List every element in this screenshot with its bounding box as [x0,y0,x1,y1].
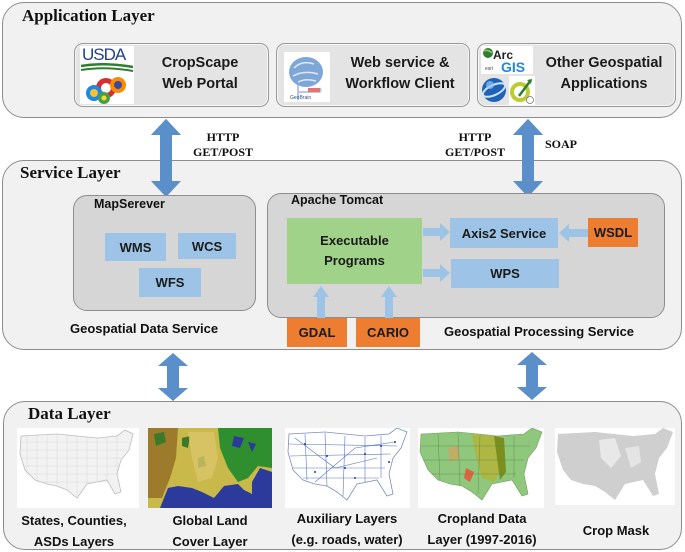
arrow-right-icon [423,223,450,241]
right-bottom-double-arrow [517,352,547,400]
crop-mask-caption: Crop Mask [582,523,650,538]
soap-label: SOAP [544,137,577,151]
other-geospatial-label: Other Geospatial Applications [545,55,663,92]
cario-box[interactable]: CARIO [356,318,420,347]
google-earth-logo [481,76,508,104]
wcs-box[interactable]: WCS [178,233,236,259]
arrow-up-icon [313,286,329,320]
arrow-up-icon [381,286,397,320]
svg-text:GeoBrain: GeoBrain [290,95,311,101]
exec-to-axis2-arrow [423,223,450,241]
cropland-data-caption: Cropland Data Layer (1997-2016) [427,511,537,547]
global-land-cover-caption: Global Land Cover Layer [172,513,248,549]
geospatial-processing-service-caption: Geospatial Processing Service [444,324,635,339]
wfs-box[interactable]: WFS [139,268,201,297]
wps-box[interactable]: WPS [451,259,559,288]
double-arrow-icon [517,352,547,400]
crop-mask-map [555,428,675,505]
cropland-data-map [418,428,544,508]
arrow-left-icon [559,224,588,242]
cario-to-exec-arrow [381,286,397,320]
svg-text:esri: esri [485,66,493,72]
svg-text:GIS: GIS [501,59,525,74]
states-counties-caption: States, Counties, ASDs Layers [21,513,127,549]
gdal-box[interactable]: GDAL [287,318,347,347]
arcgis-logo: Arc esri GIS [481,46,533,74]
browser-icons [80,63,134,104]
axis2-service-box[interactable]: Axis2 Service [450,218,558,248]
geospatial-data-service-caption: Geospatial Data Service [70,321,219,336]
usda-text: USDA [82,45,126,64]
workflow-client-label: Web service & Workflow Client [345,55,455,92]
exec-to-wps-arrow [423,264,450,282]
qgis-logo [509,76,535,105]
mapserver-title: MapSerever [94,197,165,211]
wms-box[interactable]: WMS [105,233,166,261]
tomcat-title: Apache Tomcat [291,193,384,207]
right-protocol-label: HTTP GET/POST [444,130,506,159]
double-arrow-icon [158,353,188,401]
auxiliary-layers-caption: Auxiliary Layers (e.g. roads, water) [291,511,403,547]
wsdl-to-axis2-arrow [559,224,588,242]
left-protocol-label: HTTP GET/POST [192,130,254,159]
arrow-right-icon [423,264,450,282]
states-counties-map [17,428,139,508]
usda-browsers-logo: USDA [80,46,134,104]
gdal-to-exec-arrow [313,286,329,320]
service-layer-title: Service Layer [20,163,121,182]
auxiliary-roads-map [285,428,410,508]
cropscape-label: CropScape Web Portal [161,55,239,92]
data-layer-title: Data Layer [28,404,111,423]
global-land-cover-map [148,428,272,508]
left-bottom-double-arrow [158,353,188,401]
wsdl-box[interactable]: WSDL [588,218,638,247]
application-layer-title: Application Layer [22,6,155,25]
executable-programs-box[interactable]: Executable Programs [287,218,422,284]
geobrain-logo: GeoBrain [284,52,330,102]
